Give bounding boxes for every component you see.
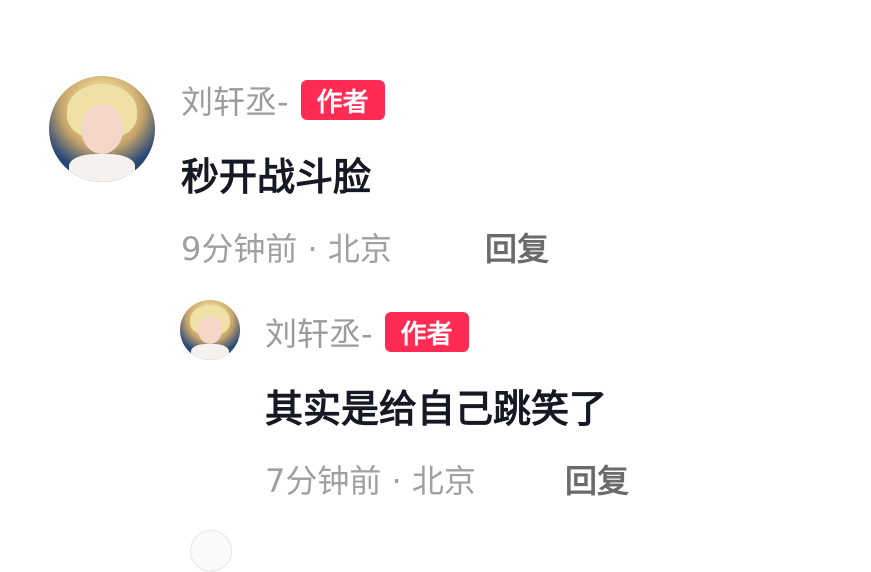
author-badge: 作者 bbox=[384, 312, 469, 352]
avatar[interactable] bbox=[190, 530, 232, 572]
username[interactable]: 刘轩丞- bbox=[265, 309, 373, 355]
comment-header: 刘轩丞- 作者 bbox=[265, 309, 469, 355]
comment-meta: 7分钟前 · 北京 bbox=[265, 462, 476, 500]
avatar-face-graphic bbox=[198, 316, 222, 344]
comment-reply-item: 刘轩丞- 作者 其实是给自己跳笑了 7分钟前 · 北京 回复 bbox=[0, 0, 871, 536]
reply-button[interactable]: 回复 bbox=[565, 456, 629, 502]
avatar-shirt-graphic bbox=[191, 344, 229, 360]
comment-text: 其实是给自己跳笑了 bbox=[265, 387, 608, 431]
avatar[interactable] bbox=[180, 300, 240, 360]
